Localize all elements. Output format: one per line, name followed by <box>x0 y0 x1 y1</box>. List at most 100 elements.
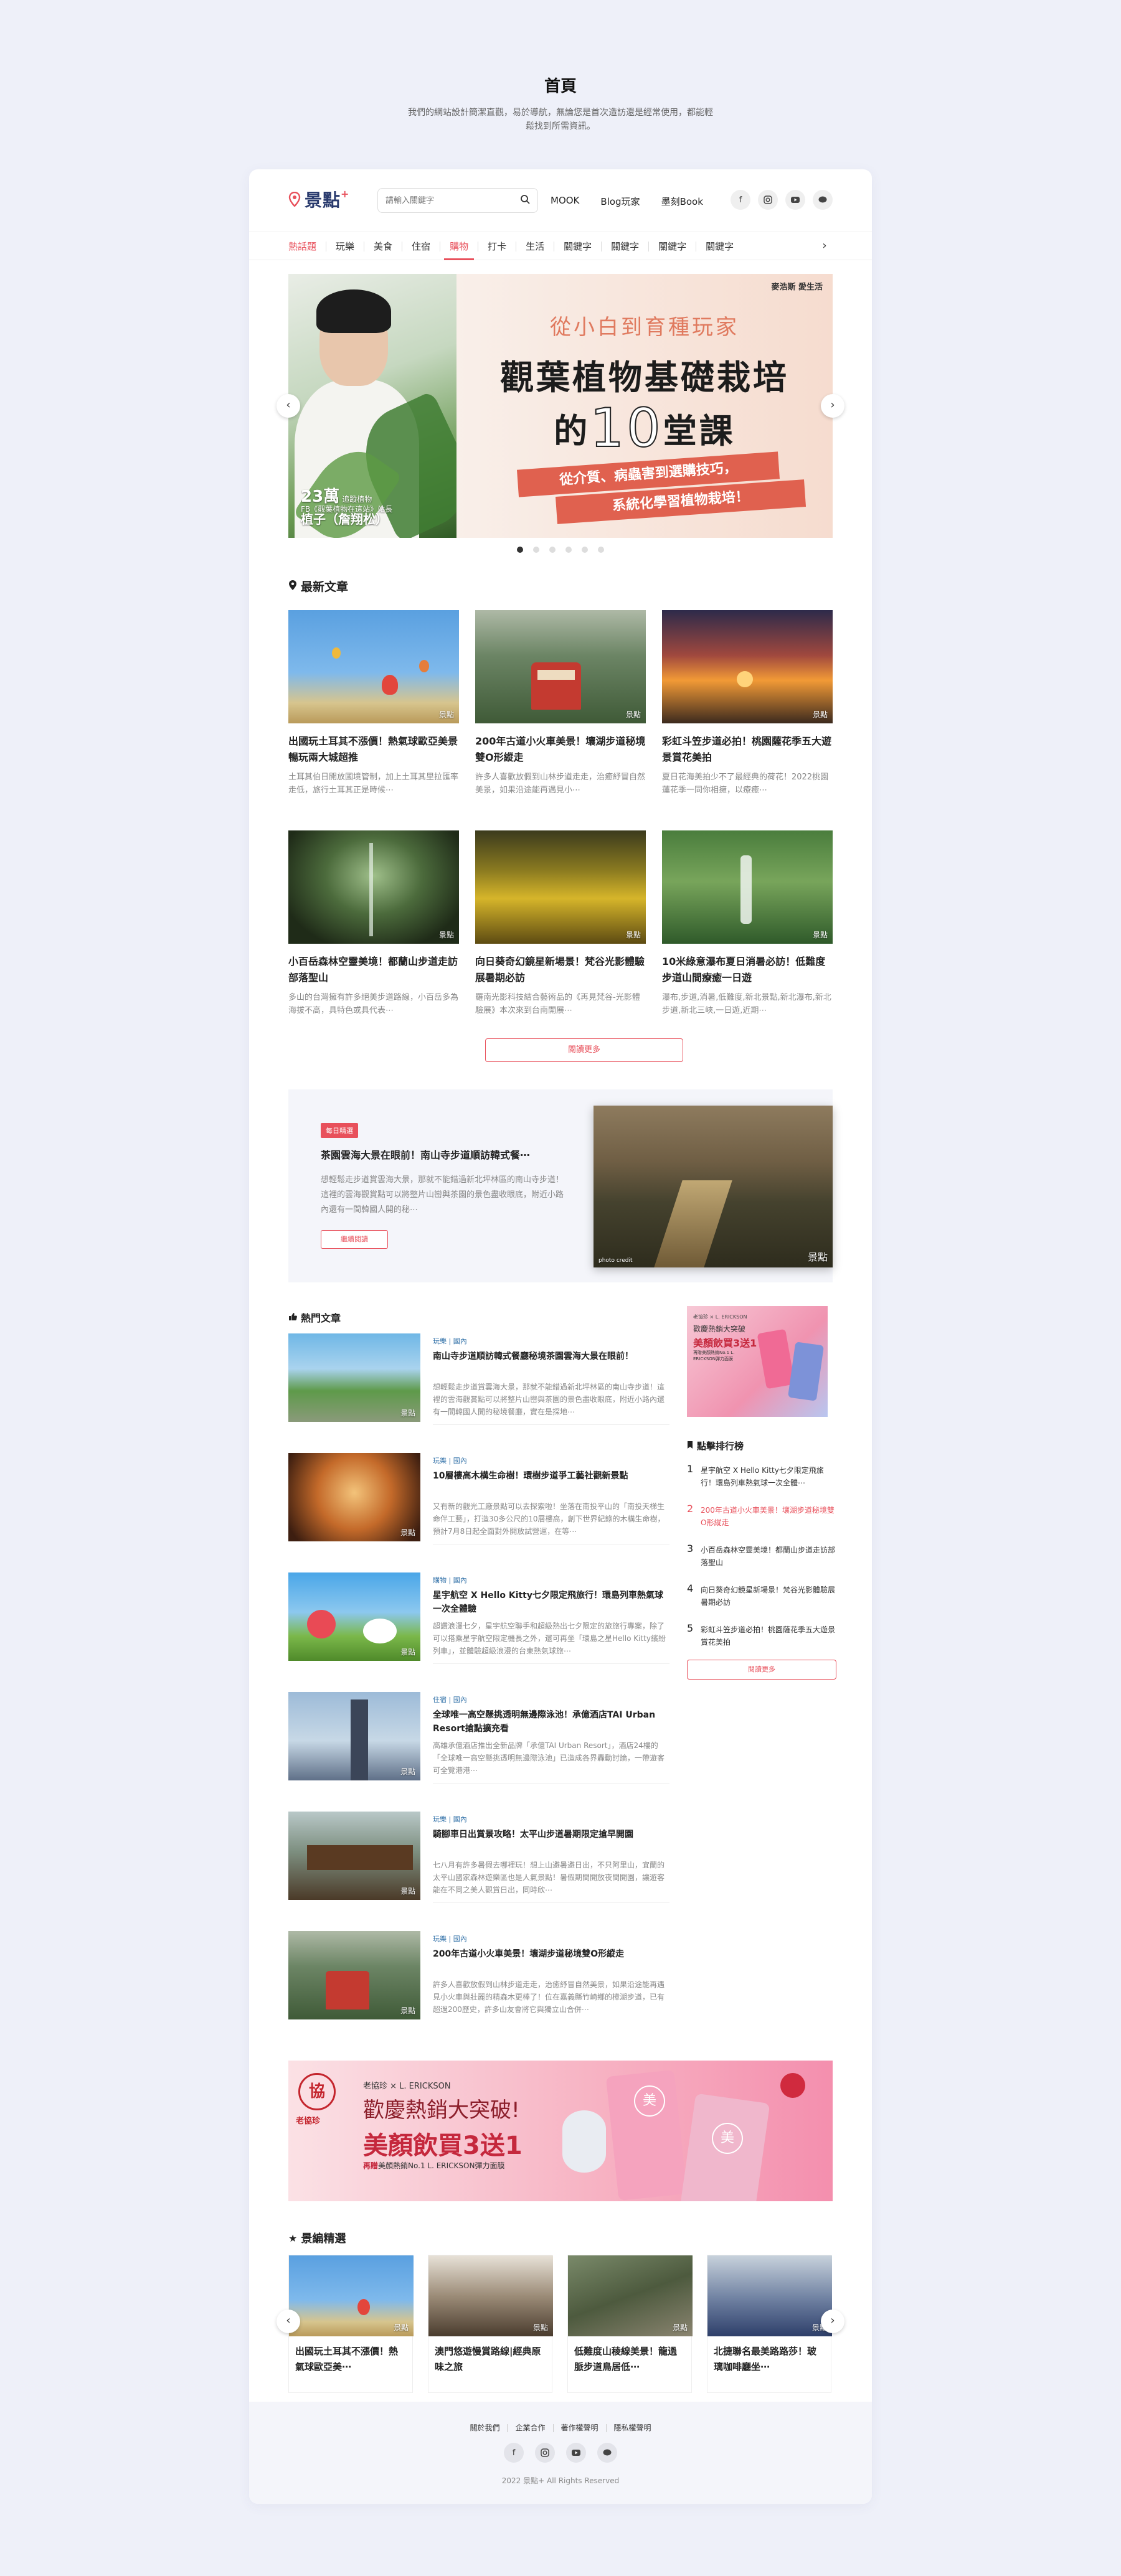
section-title-text: 最新文章 <box>301 580 349 594</box>
social-links: f <box>731 190 833 210</box>
hero-caption-number: 23萬 <box>301 487 340 506</box>
section-title-text: 景編精選 <box>301 2232 346 2245</box>
article-title[interactable]: 10米綠意瀑布夏日消暑必訪！低難度步道山間療癒一日遊 <box>662 954 833 986</box>
divider <box>433 1783 669 1784</box>
pick-card[interactable]: 景點 澳門悠遊慢賞路線|經典原味之旅 <box>428 2255 553 2393</box>
search-box <box>377 188 538 213</box>
hero-photo: 23萬 追蹤植物 FB《觀葉植物在這站》站長 植子（詹翔松） <box>288 274 485 538</box>
feature-title[interactable]: 茶園雲海大景在眼前！南山寺步道順訪韓式餐⋯ <box>321 1148 570 1163</box>
instagram-icon[interactable] <box>535 2443 555 2463</box>
youtube-icon[interactable] <box>566 2443 586 2463</box>
article-title[interactable]: 向日葵奇幻鏡星新場景！梵谷光影體驗展暑期必訪 <box>475 954 646 986</box>
pick-title[interactable]: 澳門悠遊慢賞路線|經典原味之旅 <box>428 2336 552 2375</box>
line-icon[interactable] <box>597 2443 617 2463</box>
article-card[interactable]: 景點 200年古道小火車美景！壤湖步道秘境雙O形縱走 許多人喜歡放假到山林步道走… <box>475 610 646 797</box>
footer-link-copyright[interactable]: 著作權聲明 <box>552 2424 606 2432</box>
copyright: 2022 景點+ All Rights Reserved <box>501 2476 620 2485</box>
rank-title[interactable]: 200年古道小火車美景！壤湖步道秘境雙O形縱走 <box>701 1504 836 1529</box>
pick-title[interactable]: 低難度山稜線美景！龍過脈步道鳥居低⋯ <box>568 2336 691 2375</box>
logo-text: 景點 <box>305 190 341 210</box>
hot-article-title[interactable]: 南山寺步道順訪韓式餐廳秘境茶園雲海大景在眼前！ <box>433 1350 669 1363</box>
article-title[interactable]: 小百岳森林空靈美境！都蘭山步道走訪部落聖山 <box>288 954 459 986</box>
nav-blog[interactable]: Blog玩家 <box>600 195 640 208</box>
carousel-dot[interactable] <box>549 547 556 553</box>
search-input[interactable] <box>385 195 520 205</box>
pick-card[interactable]: 景點 低難度山稜線美景！龍過脈步道鳥居低⋯ <box>567 2255 693 2393</box>
instagram-icon[interactable] <box>758 190 778 210</box>
rank-number: 5 <box>687 1622 694 1634</box>
continue-reading-button[interactable]: 繼續閱讀 <box>321 1230 388 1249</box>
hot-article-thumbnail: 景點 <box>288 1333 420 1422</box>
hot-article-title[interactable]: 全球唯一高空懸挑透明無邊際泳池！承億酒店TAI Urban Resort搶點擴充… <box>433 1708 669 1736</box>
hot-article[interactable]: 景點 住宿 | 國內 全球唯一高空懸挑透明無邊際泳池！承億酒店TAI Urban… <box>288 1692 669 1785</box>
hot-article-meta[interactable]: 住宿 | 國內 <box>433 1695 467 1704</box>
article-thumbnail: 景點 <box>662 830 833 944</box>
article-card[interactable]: 景點 10米綠意瀑布夏日消暑必訪！低難度步道山間療癒一日遊 瀑布,步道,消暑,低… <box>662 830 833 1017</box>
article-title[interactable]: 出國玩土耳其不漲價！熱氣球歐亞美景暢玩兩大城超推 <box>288 733 459 766</box>
ranking-more-button[interactable]: 閱讀更多 <box>687 1660 836 1680</box>
footer-link-privacy[interactable]: 隱私權聲明 <box>605 2424 659 2432</box>
rank-title[interactable]: 彩虹斗笠步道必拍！桃園薩花季五大遊景賞花美拍 <box>701 1624 836 1648</box>
carousel-dot[interactable] <box>565 547 572 553</box>
nav-mook[interactable]: MOOK <box>551 195 579 208</box>
carousel-dot[interactable] <box>582 547 588 553</box>
article-title[interactable]: 彩虹斗笠步道必拍！桃園薩花季五大遊景賞花美拍 <box>662 733 833 766</box>
picks-section-title: ★ 景編精選 <box>288 2230 346 2246</box>
chevron-right-icon[interactable]: › <box>821 2310 844 2333</box>
hot-article-meta[interactable]: 購物 | 國內 <box>433 1575 467 1585</box>
line-icon[interactable] <box>813 190 833 210</box>
search-icon[interactable] <box>520 194 530 207</box>
chevron-left-icon[interactable]: ‹ <box>277 394 300 418</box>
hot-article[interactable]: 景點 玩樂 | 國內 200年古道小火車美景！壤湖步道秘境雙O形縱走 許多人喜歡… <box>288 1931 665 2024</box>
hot-article[interactable]: 景點 玩樂 | 國內 騎腳車日出賞景攻略！太平山步道暑期限定搶早開園 七八月有許… <box>288 1812 669 1905</box>
watermark: 景點 <box>400 1528 415 1537</box>
hot-article[interactable]: 景點 玩樂 | 國內 10層樓高木構生命樹！環樹步道爭工藝社觀新景點 又有新的觀… <box>288 1453 669 1546</box>
carousel-dot[interactable] <box>517 547 523 553</box>
carousel-dot[interactable] <box>533 547 539 553</box>
pick-title[interactable]: 北捷聯名最美路路莎！玻璃咖啡廳坐⋯ <box>707 2336 831 2375</box>
hot-article-title[interactable]: 星宇航空 X Hello Kitty七夕限定飛旅行！環島列車熱氣球一次全體驗 <box>433 1589 669 1616</box>
rank-title[interactable]: 星宇航空 X Hello Kitty七夕限定飛旅行！環島列車熱氣球一次全體⋯ <box>701 1464 836 1489</box>
read-more-button[interactable]: 閱讀更多 <box>485 1038 683 1062</box>
hero-title-line2: 的10堂課 <box>456 397 833 460</box>
watermark: 景點 <box>400 2006 415 2015</box>
watermark: 景點 <box>400 1648 415 1657</box>
hot-article[interactable]: 景點 玩樂 | 國內 南山寺步道順訪韓式餐廳秘境茶園雲海大景在眼前！ 想輕鬆走步… <box>288 1333 669 1427</box>
hot-article[interactable]: 景點 購物 | 國內 星宇航空 X Hello Kitty七夕限定飛旅行！環島列… <box>288 1572 669 1666</box>
chevron-left-icon[interactable]: ‹ <box>277 2310 300 2333</box>
nav-book[interactable]: 墨刻Book <box>661 195 703 208</box>
hot-article-meta[interactable]: 玩樂 | 國內 <box>433 1934 467 1944</box>
pick-title[interactable]: 出國玩土耳其不漲價！熱氣球歐亞美⋯ <box>289 2336 412 2375</box>
watermark: 景點 <box>438 710 454 719</box>
chevron-right-icon[interactable]: › <box>821 394 844 418</box>
hot-article-thumbnail: 景點 <box>288 1812 420 1900</box>
article-card[interactable]: 景點 彩虹斗笠步道必拍！桃園薩花季五大遊景賞花美拍 夏日花海美拍少不了最經典的荷… <box>662 610 833 797</box>
footer-link-about[interactable]: 關於我們 <box>462 2424 507 2432</box>
banner-ad[interactable]: 協 老協珍 老協珍 × L. ERICKSON 歡慶熱銷大突破! 美顏飲買3送1… <box>288 2061 833 2201</box>
facebook-icon[interactable]: f <box>731 190 750 210</box>
site-logo[interactable]: 景點 + <box>288 187 349 212</box>
pick-card[interactable]: 景點 出國玩土耳其不漲價！熱氣球歐亞美⋯ <box>288 2255 414 2393</box>
hot-article-title[interactable]: 10層樓高木構生命樹！環樹步道爭工藝社觀新景點 <box>433 1469 669 1483</box>
hot-article-meta[interactable]: 玩樂 | 國內 <box>433 1336 467 1346</box>
pick-card[interactable]: 景點 北捷聯名最美路路莎！玻璃咖啡廳坐⋯ <box>707 2255 832 2393</box>
youtube-icon[interactable] <box>785 190 805 210</box>
hot-article-meta[interactable]: 玩樂 | 國內 <box>433 1455 467 1465</box>
article-card[interactable]: 景點 出國玩土耳其不漲價！熱氣球歐亞美景暢玩兩大城超推 土耳其伯日開放國境管制，… <box>288 610 459 797</box>
hot-article-title[interactable]: 200年古道小火車美景！壤湖步道秘境雙O形縱走 <box>433 1947 669 1961</box>
article-title[interactable]: 200年古道小火車美景！壤湖步道秘境雙O形縱走 <box>475 733 646 766</box>
watermark: 景點 <box>625 710 641 719</box>
rank-title[interactable]: 小百岳森林空靈美境！都蘭山步道走訪部落聖山 <box>701 1544 836 1569</box>
sidebar-ad[interactable]: 老協珍 × L. ERICKSON 歡慶熱銷大突破 美顏飲買3送1 再贈美顏熱銷… <box>687 1306 828 1417</box>
article-card[interactable]: 景點 小百岳森林空靈美境！都蘭山步道走訪部落聖山 多山的台灣擁有許多絕美步道路線… <box>288 830 459 1017</box>
map-pin-icon <box>288 191 301 207</box>
carousel-dot[interactable] <box>598 547 604 553</box>
featured-article[interactable]: 每日精選 茶園雲海大景在眼前！南山寺步道順訪韓式餐⋯ 想輕鬆走步道賞雲海大景，那… <box>288 1089 833 1282</box>
facebook-icon[interactable]: f <box>504 2443 524 2463</box>
hot-article-meta[interactable]: 玩樂 | 國內 <box>433 1814 467 1824</box>
footer-link-business[interactable]: 企業合作 <box>507 2424 552 2432</box>
hero-banner[interactable]: 23萬 追蹤植物 FB《觀葉植物在這站》站長 植子（詹翔松） 麥浩斯 愛生活 從小… <box>288 274 833 538</box>
article-card[interactable]: 景點 向日葵奇幻鏡星新場景！梵谷光影體驗展暑期必訪 羅南光影科技結合藝術品的《再… <box>475 830 646 1017</box>
rank-title[interactable]: 向日葵奇幻鏡星新場景！梵谷光影體驗展暑期必訪 <box>701 1584 836 1609</box>
hot-article-title[interactable]: 騎腳車日出賞景攻略！太平山步道暑期限定搶早開園 <box>433 1828 669 1841</box>
